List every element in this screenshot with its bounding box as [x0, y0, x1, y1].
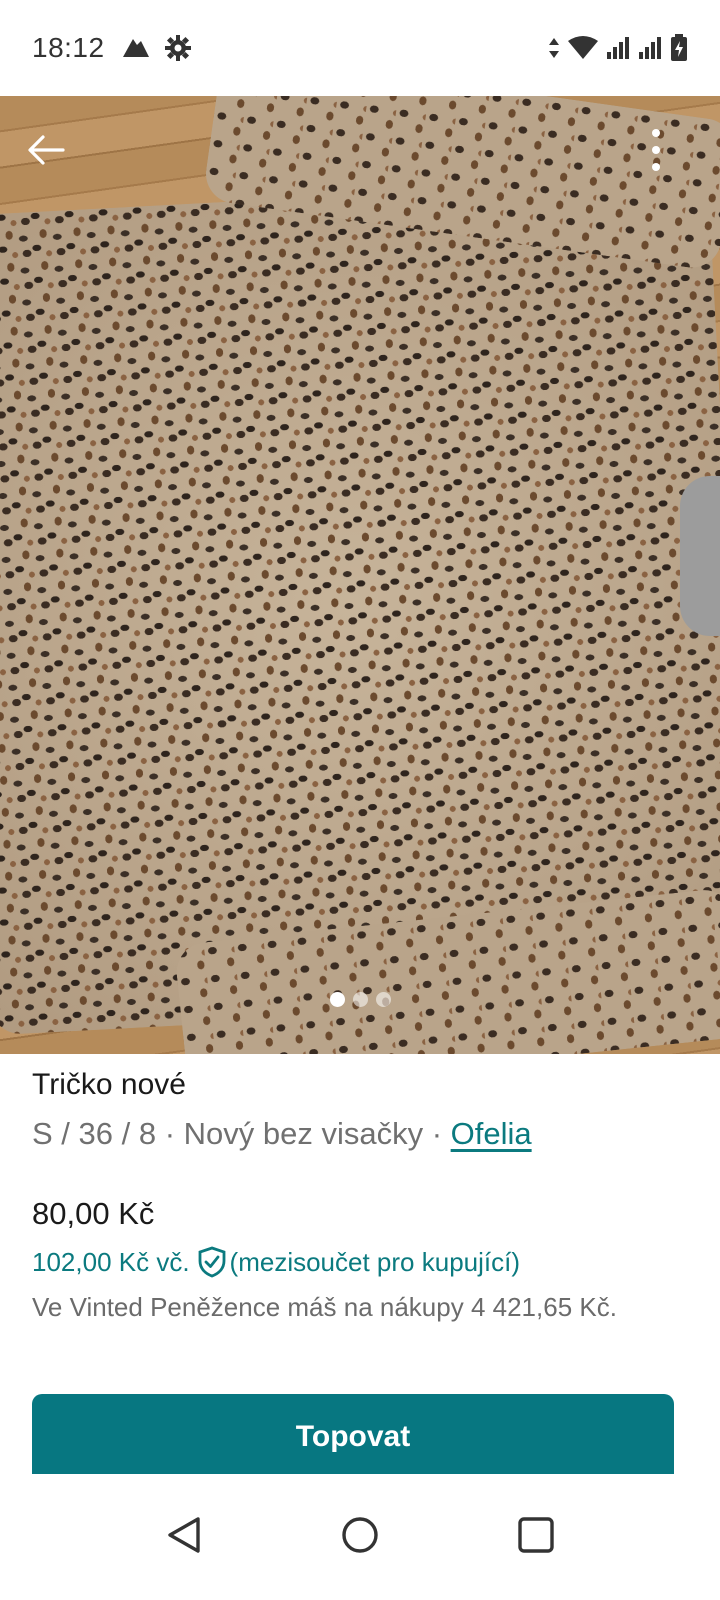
photo-background-patch — [680, 476, 720, 636]
screen: 18:12 Tričko nové S / 36 / 8 · Nový bez … — [0, 0, 720, 1600]
price-with-fee-row[interactable]: 102,00 Kč vč. (mezisoučet pro kupující) — [32, 1246, 688, 1278]
price-with-fee: 102,00 Kč vč. — [32, 1246, 190, 1277]
nav-recents-button[interactable] — [448, 1487, 624, 1587]
item-title: Tričko nové — [32, 1068, 186, 1101]
nav-home-button[interactable] — [272, 1487, 448, 1587]
nav-home-icon — [341, 1516, 379, 1559]
brand-link[interactable]: Ofelia — [451, 1116, 532, 1151]
signal-2-icon — [638, 36, 662, 60]
wifi-icon — [568, 36, 598, 60]
gear-icon — [164, 35, 191, 61]
nav-back-icon — [166, 1515, 202, 1560]
product-photo[interactable] — [0, 96, 720, 1054]
pagination-dot-active[interactable] — [329, 992, 345, 1007]
system-nav-bar — [0, 1474, 720, 1600]
item-details: Tričko nové S / 36 / 8 · Nový bez visačk… — [32, 1068, 688, 1323]
nav-back-button[interactable] — [96, 1487, 272, 1587]
pagination-dot[interactable] — [352, 992, 368, 1007]
back-button[interactable] — [22, 128, 70, 176]
item-attributes: S / 36 / 8 · Nový bez visačky · Ofelia — [32, 1116, 688, 1152]
shield-check-icon — [198, 1246, 226, 1278]
photo-pagination — [0, 992, 720, 1007]
data-arrows-icon — [548, 36, 560, 60]
status-right — [548, 34, 688, 62]
wallet-note: Ve Vinted Peněžence máš na nákupy 4 421,… — [32, 1292, 617, 1322]
more-vertical-icon — [651, 128, 661, 177]
arrow-left-icon — [27, 134, 65, 171]
item-price: 80,00 Kč — [32, 1196, 155, 1231]
more-options-button[interactable] — [632, 128, 680, 176]
cloud-alert-icon — [119, 35, 151, 61]
pagination-dot[interactable] — [375, 992, 391, 1007]
status-bar: 18:12 — [0, 0, 720, 96]
nav-recents-icon — [518, 1516, 554, 1558]
status-left: 18:12 — [32, 32, 191, 64]
status-time: 18:12 — [32, 32, 105, 63]
signal-icon — [606, 36, 630, 60]
bump-button[interactable]: Topovat — [32, 1394, 674, 1480]
fee-note: (mezisoučet pro kupující) — [229, 1246, 520, 1277]
battery-charging-icon — [670, 34, 688, 62]
item-size-condition: S / 36 / 8 · Nový bez visačky · — [32, 1116, 451, 1151]
